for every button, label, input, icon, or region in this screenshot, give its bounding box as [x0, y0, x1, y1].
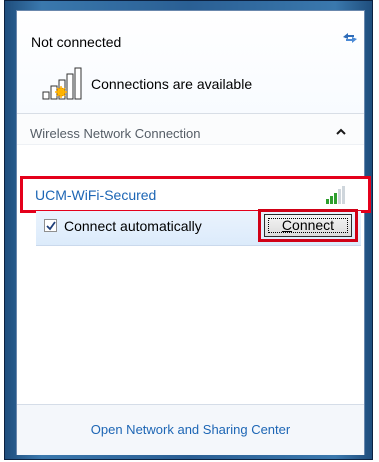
connect-button[interactable]: Connect [264, 214, 352, 237]
network-item-ucm-wifi-secured[interactable]: UCM-WiFi-Secured [20, 176, 371, 213]
connection-status-title: Not connected [31, 34, 122, 50]
footer: Open Network and Sharing Center [17, 404, 364, 455]
chevron-up-icon[interactable] [336, 128, 346, 135]
wifi-signal-icon [326, 186, 345, 204]
connection-status-block: Not connected Connections are available [17, 11, 364, 113]
connections-available-text: Connections are available [91, 76, 253, 92]
connect-automatically-label[interactable]: Connect automatically [64, 218, 202, 234]
wireless-section-header[interactable]: Wireless Network Connection [17, 113, 364, 145]
signal-warning-icon [42, 67, 82, 100]
connect-automatically-checkbox[interactable] [44, 219, 57, 232]
focus-ring [268, 218, 348, 233]
refresh-icon[interactable] [341, 29, 359, 45]
open-network-sharing-center-link[interactable]: Open Network and Sharing Center [17, 422, 364, 437]
network-name: UCM-WiFi-Secured [35, 187, 157, 203]
wireless-section-title: Wireless Network Connection [30, 126, 201, 141]
